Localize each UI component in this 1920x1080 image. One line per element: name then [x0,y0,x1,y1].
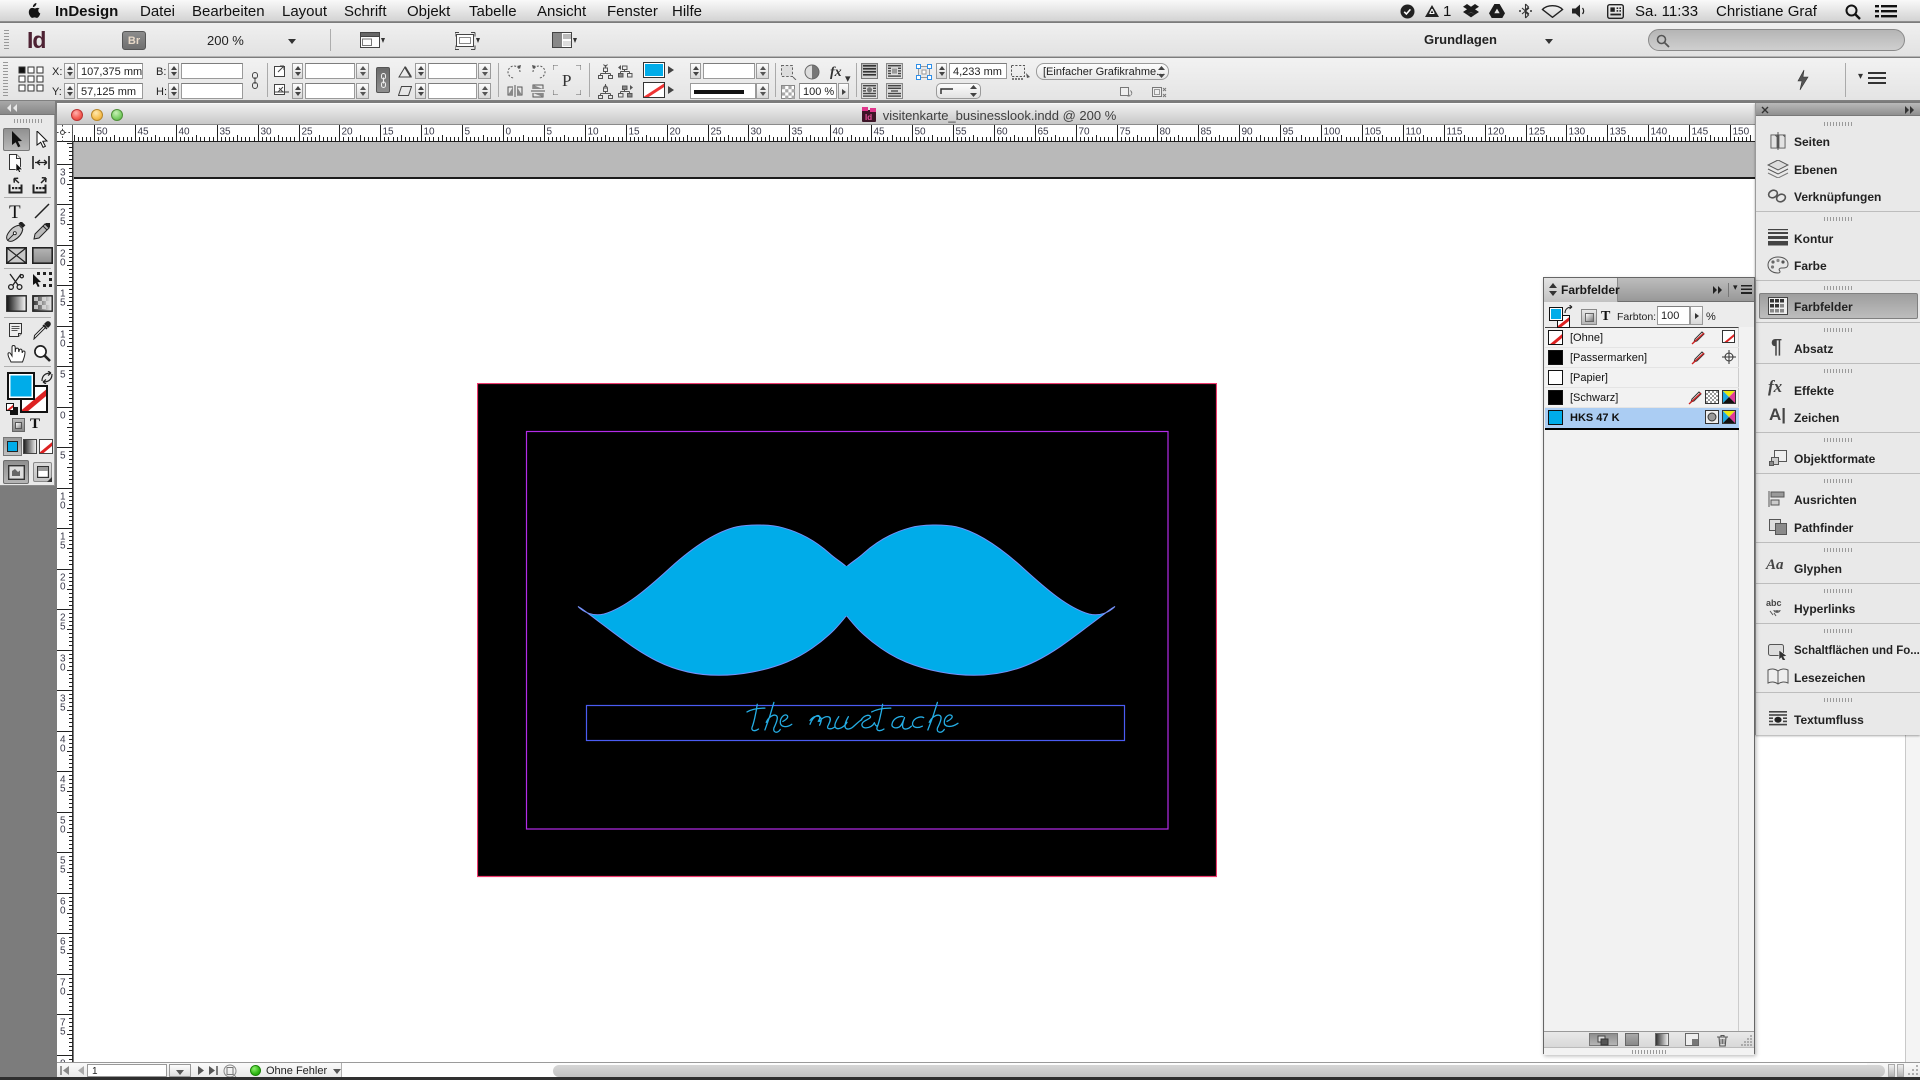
svg-text:0: 0 [60,411,66,422]
svg-text:5: 5 [60,217,66,228]
svg-text:5: 5 [60,784,66,795]
svg-text:45: 45 [138,127,150,138]
svg-text:30: 30 [751,127,763,138]
svg-text:5: 5 [547,127,553,138]
svg-text:5: 5 [60,370,66,381]
svg-text:5: 5 [60,451,66,462]
svg-text:40: 40 [179,127,191,138]
svg-text:145: 145 [1692,127,1709,138]
svg-text:35: 35 [792,127,804,138]
svg-text:5: 5 [60,541,66,552]
svg-text:25: 25 [302,127,314,138]
svg-text:5: 5 [60,946,66,957]
svg-text:90: 90 [1242,127,1254,138]
svg-text:55: 55 [956,127,968,138]
svg-text:105: 105 [1365,127,1382,138]
svg-text:0: 0 [60,177,66,188]
svg-text:125: 125 [1529,127,1546,138]
svg-text:60: 60 [997,127,1009,138]
svg-text:40: 40 [833,127,845,138]
svg-text:100: 100 [1324,127,1341,138]
svg-text:abc: abc [1766,598,1782,608]
svg-text:0: 0 [60,663,66,674]
svg-text:0: 0 [60,501,66,512]
svg-text:30: 30 [261,127,273,138]
svg-text:75: 75 [1120,127,1132,138]
svg-text:0: 0 [60,258,66,269]
svg-text:50: 50 [97,127,109,138]
svg-text:150: 150 [1733,127,1750,138]
svg-text:10: 10 [424,127,436,138]
svg-text:5: 5 [60,703,66,714]
svg-text:35: 35 [220,127,232,138]
svg-text:70: 70 [1079,127,1091,138]
svg-text:25: 25 [711,127,723,138]
svg-text:P: P [562,71,571,90]
svg-text:5: 5 [465,127,471,138]
svg-text:95: 95 [1283,127,1295,138]
svg-text:5: 5 [60,622,66,633]
svg-text:15: 15 [629,127,641,138]
svg-text:0: 0 [60,339,66,350]
svg-text:65: 65 [1038,127,1050,138]
svg-text:0: 0 [60,582,66,593]
svg-text:5: 5 [60,1027,66,1038]
svg-text:50: 50 [915,127,927,138]
svg-text:Id: Id [865,113,872,122]
svg-text:140: 140 [1651,127,1668,138]
svg-text:130: 130 [1569,127,1586,138]
svg-text:10: 10 [588,127,600,138]
svg-text:0: 0 [506,127,512,138]
svg-text:110: 110 [1406,127,1422,138]
svg-text:135: 135 [1610,127,1627,138]
svg-text:20: 20 [342,127,354,138]
svg-text:80: 80 [1160,127,1172,138]
svg-text:0: 0 [60,744,66,755]
svg-text:0: 0 [60,987,66,998]
svg-text:0: 0 [60,906,66,917]
svg-text:120: 120 [1488,127,1505,138]
svg-text:5: 5 [60,298,66,309]
svg-text:15: 15 [383,127,395,138]
svg-text:20: 20 [670,127,682,138]
svg-text:85: 85 [1201,127,1213,138]
svg-text:45: 45 [874,127,886,138]
svg-text:0: 0 [60,825,66,836]
svg-text:5: 5 [60,865,66,876]
svg-text:115: 115 [1447,127,1463,138]
